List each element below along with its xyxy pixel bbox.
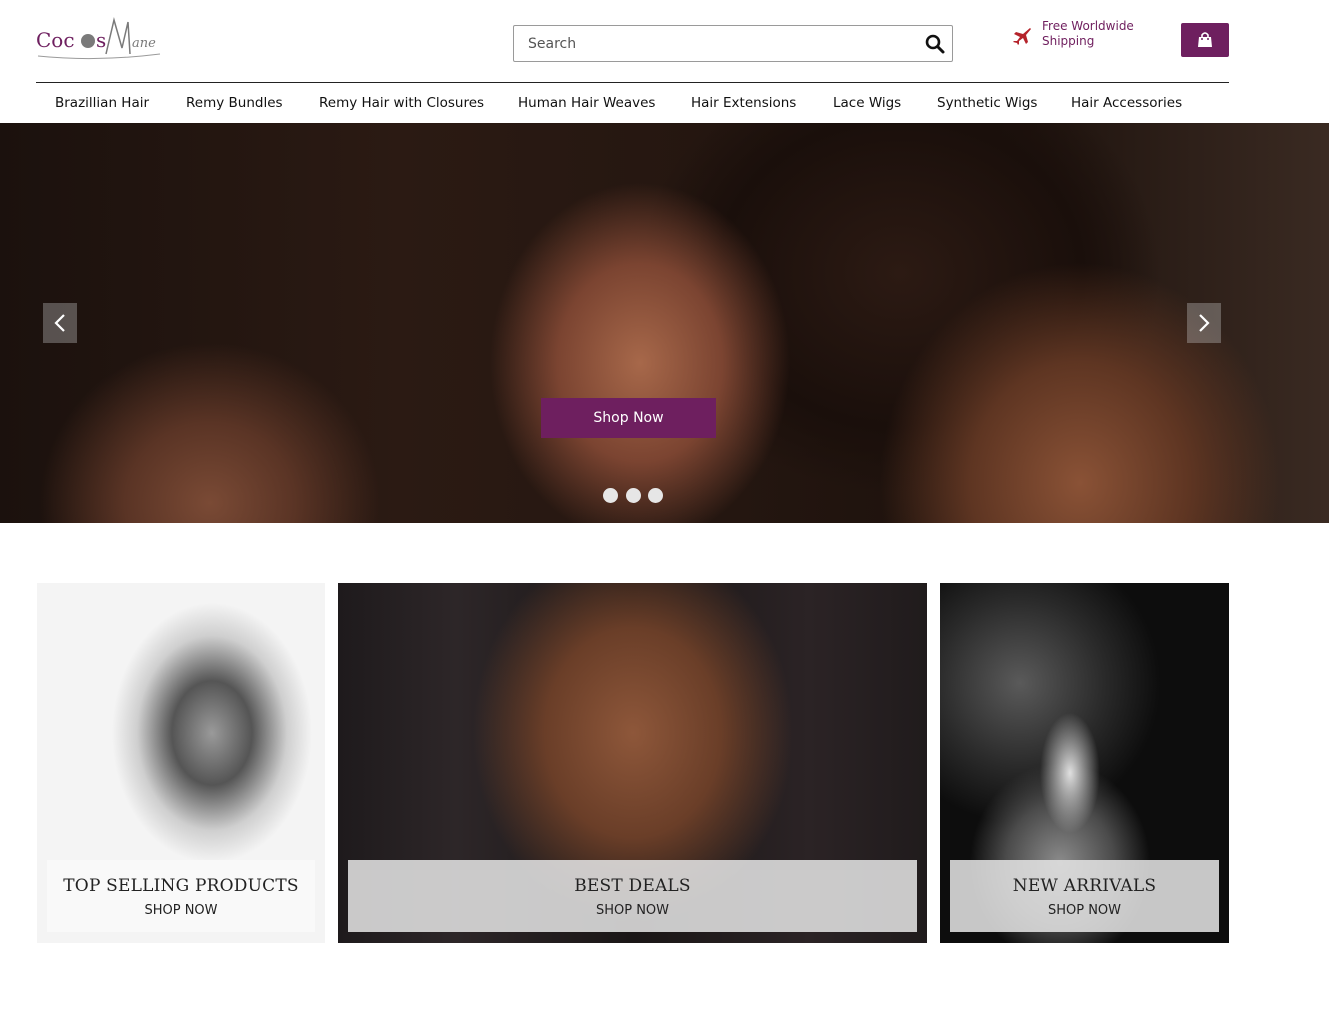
svg-text:Coc: Coc xyxy=(36,28,75,52)
nav-item-remy-bundles[interactable]: Remy Bundles xyxy=(186,83,283,123)
nav-item-hair-extensions[interactable]: Hair Extensions xyxy=(691,83,796,123)
svg-text:ane: ane xyxy=(132,36,156,51)
promo-tile-top-selling[interactable]: TOP SELLING PRODUCTS SHOP NOW xyxy=(37,583,325,943)
tile-title: NEW ARRIVALS xyxy=(1012,876,1157,896)
tile-shop-now-link[interactable]: SHOP NOW xyxy=(47,903,315,918)
promo-tile-best-deals[interactable]: BEST DEALS SHOP NOW xyxy=(338,583,927,943)
tile-shop-now-link[interactable]: SHOP NOW xyxy=(950,903,1219,918)
tile-title: TOP SELLING PRODUCTS xyxy=(63,876,299,896)
shopping-bag-icon xyxy=(1198,32,1212,47)
carousel-dot-3[interactable] xyxy=(648,488,663,503)
nav-item-synthetic-wigs[interactable]: Synthetic Wigs xyxy=(937,83,1037,123)
nav-item-human-hair-weaves[interactable]: Human Hair Weaves xyxy=(518,83,655,123)
tile-shop-now-link[interactable]: SHOP NOW xyxy=(348,903,917,918)
nav-item-brazillian-hair[interactable]: Brazillian Hair xyxy=(55,83,149,123)
hero-shop-now-button[interactable]: Shop Now xyxy=(541,398,716,438)
carousel-dot-2[interactable] xyxy=(626,488,641,503)
carousel-prev-button[interactable] xyxy=(43,303,77,343)
site-logo[interactable]: Coc s ane xyxy=(36,14,164,64)
free-shipping-banner[interactable]: Free Worldwide Shipping xyxy=(1012,19,1162,53)
tile-caption: NEW ARRIVALS SHOP NOW xyxy=(950,860,1219,932)
promo-tile-new-arrivals[interactable]: NEW ARRIVALS SHOP NOW xyxy=(940,583,1229,943)
hero-carousel: Shop Now xyxy=(0,123,1329,523)
tile-caption: TOP SELLING PRODUCTS SHOP NOW xyxy=(47,860,315,932)
carousel-indicators xyxy=(603,488,667,504)
site-header: Coc s ane Free Worldwide Shipping xyxy=(0,0,1329,82)
shipping-line-2: Shipping xyxy=(1042,34,1095,48)
nav-item-lace-wigs[interactable]: Lace Wigs xyxy=(833,83,901,123)
carousel-next-button[interactable] xyxy=(1187,303,1221,343)
chevron-right-icon xyxy=(1199,314,1210,332)
svg-text:s: s xyxy=(96,28,106,52)
tile-title: BEST DEALS xyxy=(574,876,691,896)
logo-mark: Coc s ane xyxy=(36,17,161,60)
search-icon[interactable] xyxy=(924,33,946,55)
shipping-text: Free Worldwide Shipping xyxy=(1042,19,1162,49)
cart-button[interactable] xyxy=(1181,23,1229,57)
chevron-left-icon xyxy=(54,314,65,332)
plane-icon xyxy=(1012,26,1032,46)
search-input[interactable] xyxy=(514,26,914,61)
tile-caption: BEST DEALS SHOP NOW xyxy=(348,860,917,932)
main-nav: Brazillian Hair Remy Bundles Remy Hair w… xyxy=(36,83,1229,123)
nav-item-remy-hair-with-closures[interactable]: Remy Hair with Closures xyxy=(319,83,484,123)
shipping-line-1: Free Worldwide xyxy=(1042,19,1134,33)
nav-item-hair-accessories[interactable]: Hair Accessories xyxy=(1071,83,1182,123)
carousel-dot-1[interactable] xyxy=(603,488,618,503)
search-box xyxy=(513,25,953,62)
